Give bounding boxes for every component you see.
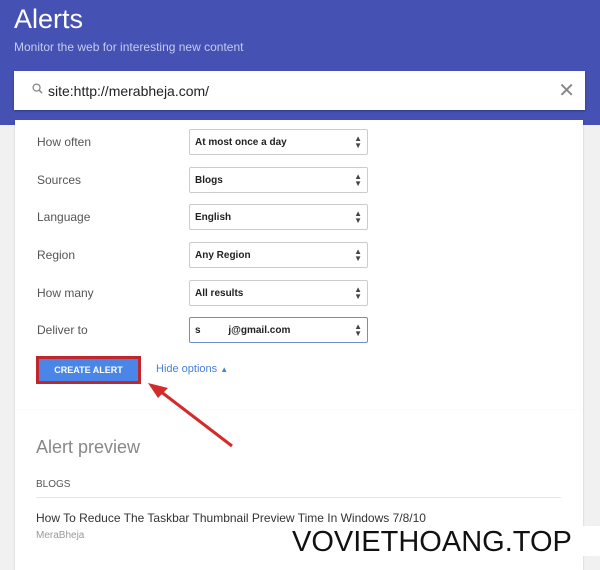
select-value: All results (195, 288, 244, 299)
how-often-select[interactable]: At most once a day ▲ ▼ (189, 129, 368, 155)
preview-section-label: BLOGS (36, 479, 71, 490)
select-value: Any Region (195, 250, 251, 261)
updown-icon: ▲ ▼ (354, 247, 362, 263)
search-box[interactable]: site:http://merabheja.com/ ✕ (14, 71, 585, 110)
updown-icon: ▲ ▼ (354, 172, 362, 188)
caret-up-icon: ▲ (220, 365, 229, 374)
watermark: VOVIETHOANG.TOP (288, 526, 600, 558)
preview-title: Alert preview (36, 437, 141, 457)
region-select[interactable]: Any Region ▲ ▼ (189, 242, 368, 268)
option-label: Sources (37, 173, 82, 187)
sources-select[interactable]: Blogs ▲ ▼ (189, 167, 368, 193)
updown-icon: ▲ ▼ (354, 285, 362, 301)
option-label: How many (37, 286, 94, 300)
option-language: Language English ▲ ▼ (37, 204, 377, 230)
option-region: Region Any Region ▲ ▼ (37, 242, 377, 268)
updown-icon: ▲ ▼ (354, 209, 362, 225)
option-how-often: How often At most once a day ▲ ▼ (37, 129, 377, 155)
select-value: English (195, 212, 232, 223)
create-alert-button[interactable]: CREATE ALERT (36, 356, 141, 384)
header: Alerts Monitor the web for interesting n… (0, 0, 600, 125)
select-value: s j@gmail.com (195, 325, 291, 336)
option-label: How often (37, 135, 92, 149)
divider (36, 497, 561, 498)
search-icon (32, 83, 43, 94)
preview-item-source: MeraBheja (36, 530, 85, 541)
updown-icon: ▲ ▼ (354, 322, 362, 338)
deliver-to-select[interactable]: s j@gmail.com ▲ ▼ (189, 317, 368, 343)
preview-item-title[interactable]: How To Reduce The Taskbar Thumbnail Prev… (36, 511, 426, 525)
select-value: At most once a day (195, 137, 287, 148)
close-icon[interactable]: ✕ (558, 78, 575, 103)
option-label: Language (37, 210, 91, 224)
select-value: Blogs (195, 175, 223, 186)
search-input[interactable]: site:http://merabheja.com/ (48, 83, 209, 99)
option-deliver-to: Deliver to s j@gmail.com ▲ ▼ (37, 317, 377, 343)
option-label: Region (37, 248, 76, 262)
option-how-many: How many All results ▲ ▼ (37, 280, 377, 306)
options-card: How often At most once a day ▲ ▼ Sources Blo… (15, 120, 583, 410)
page-title: Alerts (14, 4, 84, 34)
updown-icon: ▲ ▼ (354, 134, 362, 150)
language-select[interactable]: English ▲ ▼ (189, 204, 368, 230)
hide-options-link[interactable]: Hide options ▲ (156, 363, 228, 375)
how-many-select[interactable]: All results ▲ ▼ (189, 280, 368, 306)
page-subtitle: Monitor the web for interesting new cont… (14, 40, 244, 54)
hide-options-label: Hide options (156, 363, 218, 375)
option-label: Deliver to (37, 323, 88, 337)
option-sources: Sources Blogs ▲ ▼ (37, 167, 377, 193)
